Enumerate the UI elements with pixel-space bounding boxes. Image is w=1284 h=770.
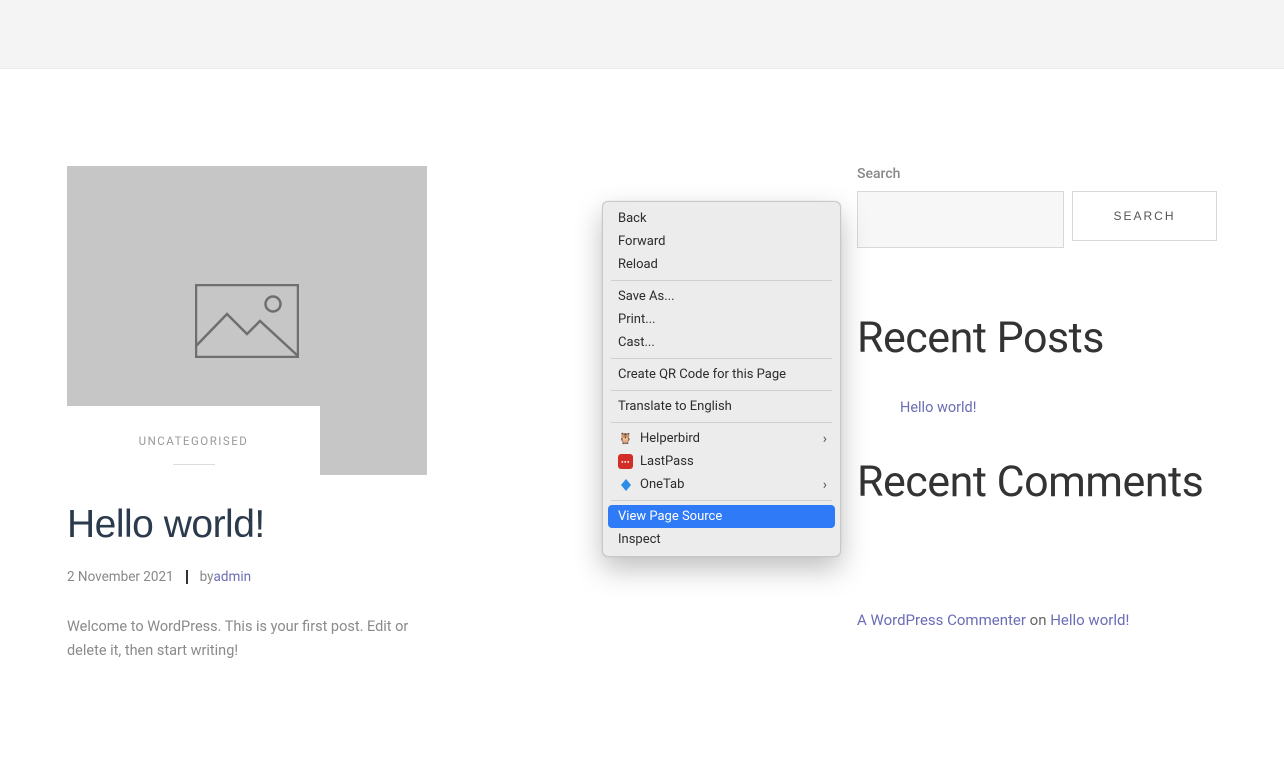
menu-item-view-page-source[interactable]: View Page Source [608, 505, 835, 528]
header-bar [0, 0, 1284, 69]
recent-comment-item: A WordPress Commenter on Hello world! [857, 611, 1217, 629]
menu-item-label: Forward [618, 234, 665, 249]
recent-comments-heading: Recent Comments [857, 458, 1217, 507]
onetab-icon [618, 477, 640, 492]
menu-item-inspect[interactable]: Inspect [608, 528, 835, 551]
search-input[interactable] [857, 191, 1064, 248]
chevron-right-icon: › [823, 431, 827, 447]
post-featured-image[interactable]: UNCATEGORISED [67, 166, 427, 475]
menu-item-label: OneTab [640, 477, 684, 492]
menu-item-label: Reload [618, 257, 658, 272]
comment-post-link[interactable]: Hello world! [1050, 611, 1129, 629]
menu-item-label: Print... [618, 312, 655, 327]
menu-item-label: Save As... [618, 289, 675, 304]
divider [173, 464, 215, 465]
menu-item-label: Translate to English [618, 399, 732, 414]
helperbird-icon: 🦉 [618, 431, 640, 446]
by-label: by [200, 569, 214, 585]
menu-divider [611, 500, 832, 501]
comment-author-link[interactable]: A WordPress Commenter [857, 611, 1026, 629]
byline-separator [186, 570, 188, 584]
search-row: SEARCH [857, 191, 1217, 248]
comment-on-text: on [1026, 611, 1050, 629]
search-button[interactable]: SEARCH [1072, 191, 1217, 241]
menu-item-cast[interactable]: Cast... [608, 331, 835, 354]
menu-divider [611, 358, 832, 359]
menu-item-helperbird[interactable]: 🦉Helperbird › [608, 427, 835, 450]
menu-item-back[interactable]: Back [608, 207, 835, 230]
post-title[interactable]: Hello world! [67, 503, 427, 547]
menu-item-create-qr-code-for-this-page[interactable]: Create QR Code for this Page [608, 363, 835, 386]
image-placeholder-icon [195, 284, 299, 358]
menu-item-onetab[interactable]: OneTab › [608, 473, 835, 496]
menu-item-label: View Page Source [618, 509, 722, 524]
post-author-link[interactable]: admin [214, 569, 252, 585]
menu-item-label: Cast... [618, 335, 655, 350]
menu-item-lastpass[interactable]: LastPass [608, 450, 835, 473]
post-excerpt: Welcome to WordPress. This is your first… [67, 615, 412, 663]
search-widget: Search SEARCH [857, 166, 1217, 248]
menu-item-label: Helperbird [640, 431, 700, 446]
search-label: Search [857, 166, 1217, 182]
post-date: 2 November 2021 [67, 569, 174, 585]
menu-item-label: Create QR Code for this Page [618, 367, 786, 382]
sidebar: Search SEARCH Recent Posts Hello world! … [857, 166, 1217, 663]
menu-item-print[interactable]: Print... [608, 308, 835, 331]
menu-divider [611, 422, 832, 423]
post-byline: 2 November 2021 by admin [67, 569, 427, 585]
menu-item-forward[interactable]: Forward [608, 230, 835, 253]
menu-item-label: LastPass [640, 454, 694, 469]
lastpass-icon [618, 454, 640, 469]
recent-post-link[interactable]: Hello world! [900, 399, 1217, 416]
menu-item-label: Back [618, 211, 647, 226]
recent-posts-heading: Recent Posts [857, 314, 1217, 363]
post-meta-box: UNCATEGORISED [67, 406, 320, 475]
menu-divider [611, 390, 832, 391]
menu-divider [611, 280, 832, 281]
menu-item-save-as[interactable]: Save As... [608, 285, 835, 308]
context-menu: Back Forward Reload Save As... Print... Cast.… [602, 201, 841, 557]
menu-item-translate-to-english[interactable]: Translate to English [608, 395, 835, 418]
menu-item-reload[interactable]: Reload [608, 253, 835, 276]
chevron-right-icon: › [823, 477, 827, 493]
post-article: UNCATEGORISED Hello world! 2 November 20… [67, 166, 427, 663]
post-category[interactable]: UNCATEGORISED [67, 434, 320, 448]
menu-item-label: Inspect [618, 532, 661, 547]
